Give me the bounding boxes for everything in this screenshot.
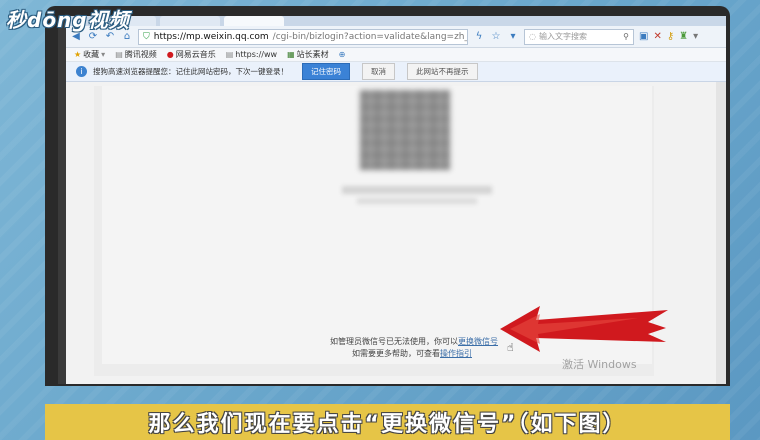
browser-tab[interactable] [160,16,220,26]
site-icon: ▦ [287,50,295,59]
url-host: https://mp.weixin.qq.com [153,31,269,42]
secure-shield-icon: ⛉ [143,31,150,42]
remember-password-button[interactable]: 记住密码 [302,63,350,80]
video-watermark-logo: 秒dōng视频 [6,8,130,32]
bookmark-netease-music[interactable]: ● 网易云音乐 [167,49,216,60]
toolbar-icons: ▣ ✕ ⚷ ♜ ▾ [639,31,698,42]
page-icon: ▤ [225,50,234,59]
red-pointer-arrow [500,306,668,352]
bookmarks-bar: ★ 收藏 ▾ ▤ 腾讯视频 ● 网易云音乐 ▤ https://ww ▦ 站长素材 ⊕ [66,48,726,62]
tab-bar [66,16,726,26]
qr-caption-blurred [342,186,492,194]
operation-guide-link[interactable]: 操作指引 [440,349,472,358]
add-bookmark-icon: ⊕ [338,50,346,59]
favorite-star-icon[interactable]: ☆ [490,31,502,43]
bookmark-add[interactable]: ⊕ [339,50,346,59]
qr-caption-blurred [357,198,477,204]
music-icon: ● [166,50,174,59]
bookmark-tencent-video[interactable]: ▤ 腾讯视频 [115,49,157,60]
extension-icon[interactable]: ▣ [639,31,648,42]
cancel-button[interactable]: 取消 [362,63,395,80]
bookmark-webmaster[interactable]: ▦ 站长素材 [287,49,329,60]
bookmark-favorites[interactable]: ★ 收藏 ▾ [74,49,105,60]
address-bar: ◀ ⟳ ↶ ⌂ ⛉ https://mp.weixin.qq.com/cgi-b… [66,26,726,48]
lightning-icon[interactable]: ϟ [473,31,485,43]
bookmark-url[interactable]: ▤ https://ww [226,50,277,59]
activate-windows-watermark: 激活 Windows [562,358,637,371]
help-line-guide: 如需要更多帮助，可查看操作指引 [352,349,472,358]
notification-message: 搜狗高速浏览器提醒您：记住此网站密码，下次一键登录！ [93,67,288,76]
password-save-notification: i 搜狗高速浏览器提醒您：记住此网站密码，下次一键登录！ 记住密码 取消 此网站… [66,62,726,82]
change-wechat-link[interactable]: 更换微信号 [458,337,498,346]
scrollbar[interactable] [716,82,726,384]
chevron-down-icon: ▾ [101,50,106,59]
close-tools-icon[interactable]: ✕ [653,31,661,42]
info-icon: i [76,66,87,77]
never-prompt-button[interactable]: 此网站不再提示 [407,63,478,80]
key-icon[interactable]: ⚷ [667,31,674,42]
search-placeholder: 输入文字搜索 [538,32,587,41]
page-icon: ▤ [115,50,123,59]
search-input[interactable]: ◌ 输入文字搜索 ⚲ [524,28,634,45]
search-icon[interactable]: ⚲ [623,32,629,41]
qr-code-blurred [360,90,450,170]
browser-tab-active[interactable] [224,16,284,26]
url-path: /cgi-bin/bizlogin?action=validate&lang=z… [272,31,467,42]
dropdown-chevron-icon[interactable]: ▾ [507,31,519,43]
subtitle-text: 那么我们现在要点击“更换微信号”（如下图） [148,412,627,437]
help-line-change-wechat: 如管理员微信号已无法使用，你可以更换微信号 [330,337,498,346]
star-icon: ★ [74,50,82,59]
game-icon[interactable]: ♜ [679,31,688,42]
url-input[interactable]: ⛉ https://mp.weixin.qq.com/cgi-bin/bizlo… [138,28,468,45]
screen-left-edge [58,16,66,384]
search-engine-icon: ◌ [529,32,536,41]
subtitle-bar: 那么我们现在要点击“更换微信号”（如下图） [45,404,730,440]
more-icon[interactable]: ▾ [693,31,698,42]
